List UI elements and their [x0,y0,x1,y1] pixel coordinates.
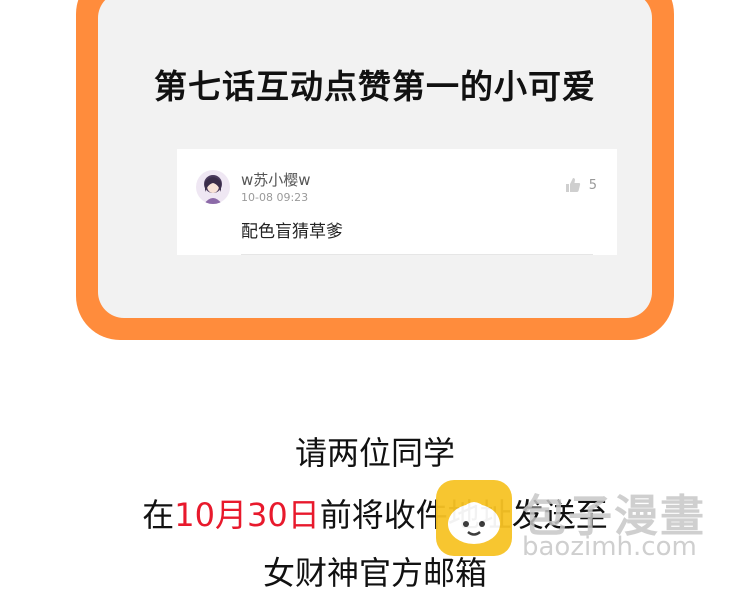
comment-text: 配色盲猜草爹 [241,222,343,242]
card-title: 第七话互动点赞第一的小可爱 [154,67,596,106]
promo-card: 第七话互动点赞第一的小可爱 w苏小樱w 10-08 09:23 配色盲猜草爹 5 [98,0,652,318]
message-line-2-prefix: 在 [142,496,175,534]
like-button[interactable]: 5 [565,177,597,193]
watermark-url: baozimh.com [522,532,697,562]
avatar-girl-icon [204,175,222,204]
promo-card-frame: 第七话互动点赞第一的小可爱 w苏小樱w 10-08 09:23 配色盲猜草爹 5 [76,0,674,340]
divider [241,254,593,255]
avatar[interactable] [196,170,230,204]
bun-face-icon [448,502,500,544]
comment-time: 10-08 09:23 [241,191,309,204]
thumbs-up-icon [565,178,580,192]
watermark: 包子漫畫 baozimh.com [436,480,736,570]
bun-logo-icon [436,480,512,556]
comment-user-name[interactable]: w苏小樱w [241,169,311,190]
like-count: 5 [588,177,597,193]
message-line-1: 请两位同学 [294,434,455,472]
deadline-date: 10月30日 [174,496,320,534]
comment-item: w苏小樱w 10-08 09:23 配色盲猜草爹 5 [177,149,617,255]
